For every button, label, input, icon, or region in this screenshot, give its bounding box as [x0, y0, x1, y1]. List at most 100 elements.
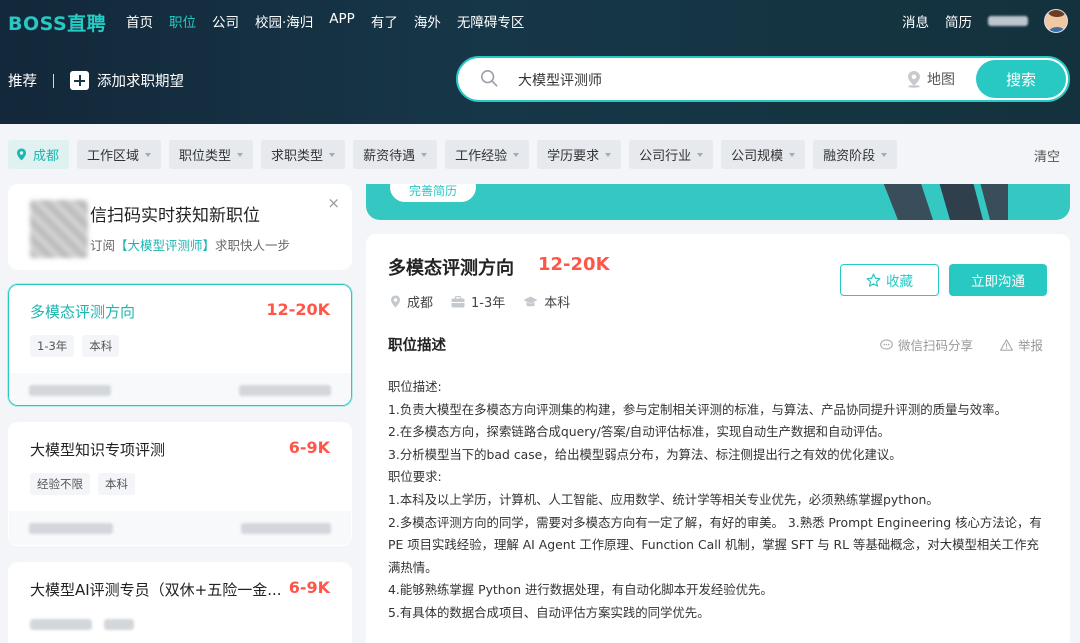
expectation-bar: 推荐 添加求职期望 — [8, 70, 184, 91]
caret-down-icon — [421, 152, 428, 157]
filter-label: 公司规模 — [731, 149, 784, 164]
company-info-blurred — [239, 385, 331, 396]
search-button[interactable]: 搜索 — [976, 60, 1066, 98]
wechat-share-link[interactable]: 微信扫码分享 — [880, 335, 973, 354]
filter-experience[interactable]: 工作经验 — [445, 140, 530, 169]
job-card-2[interactable]: 大模型知识专项评测 6-9K 经验不限 本科 — [8, 422, 352, 546]
filter-industry[interactable]: 公司行业 — [629, 140, 714, 169]
jd-line: 职位要求: — [388, 469, 442, 485]
report-link[interactable]: 举报 — [1000, 335, 1043, 354]
chat-now-button[interactable]: 立即沟通 — [949, 264, 1047, 296]
subscribe-title: 信扫码实时获知新职位 — [90, 206, 260, 226]
job-detail-title: 多模态评测方向 — [388, 258, 514, 279]
job-card-title: 多模态评测方向 — [30, 303, 136, 321]
city-filter-label: 成都 — [33, 149, 60, 164]
filter-label: 职位类型 — [179, 149, 232, 164]
complete-resume-banner: 完善简历 — [366, 184, 1070, 220]
nav-jobs[interactable]: 职位 — [169, 11, 196, 31]
filter-work-area[interactable]: 工作区域 — [77, 140, 162, 169]
main-nav: 首页 职位 公司 校园·海归 APP 有了 海外 无障碍专区 — [126, 11, 524, 31]
company-name-blurred — [29, 523, 113, 534]
add-expectation-label: 添加求职期望 — [97, 74, 184, 90]
qr-code-blurred — [30, 200, 88, 258]
job-card-company[interactable] — [9, 511, 351, 545]
wechat-icon — [880, 338, 893, 350]
company-name-blurred — [29, 385, 111, 396]
close-icon[interactable]: × — [327, 194, 340, 212]
job-description-body: 职位描述: 1.负责大模型在多模态方向评测集的构建，参与定制相关评测的标准，与算… — [388, 376, 1050, 625]
search-input[interactable] — [518, 69, 848, 91]
job-detail-meta: 成都 1-3年 本科 — [390, 292, 570, 311]
job-tag: 经验不限 — [30, 473, 90, 495]
nav-companies[interactable]: 公司 — [212, 11, 239, 31]
recommend-tab[interactable]: 推荐 — [8, 70, 37, 91]
filter-label: 薪资待遇 — [363, 149, 416, 164]
caret-down-icon — [237, 152, 244, 157]
filter-label: 融资阶段 — [823, 149, 876, 164]
job-card-tags: 1-3年 本科 — [30, 335, 120, 357]
nav-youle[interactable]: 有了 — [371, 11, 398, 31]
avatar[interactable] — [1044, 9, 1068, 33]
filter-funding-stage[interactable]: 融资阶段 — [813, 140, 898, 169]
caret-down-icon — [329, 152, 336, 157]
caret-down-icon — [789, 152, 796, 157]
warning-icon — [1000, 338, 1013, 351]
jd-line: 2.在多模态方向，探索链路合成query/答案/自动评估标准，实现自动生产数据和… — [388, 424, 891, 440]
favorite-button[interactable]: 收藏 — [840, 264, 939, 296]
jd-line: 5.有具体的数据合成项目、自动评估方案实践的同学优先。 — [388, 604, 710, 620]
job-card-3[interactable]: 大模型AI评测专员（双休+五险一金... 6-9K — [8, 562, 352, 643]
nav-accessibility[interactable]: 无障碍专区 — [457, 11, 525, 31]
job-detail-education: 本科 — [523, 292, 570, 311]
location-icon — [391, 295, 400, 308]
filter-label: 公司行业 — [639, 149, 692, 164]
nav-campus[interactable]: 校园·海归 — [255, 11, 313, 31]
username-blurred[interactable] — [988, 16, 1028, 26]
job-tags-blurred — [104, 619, 134, 630]
caret-down-icon — [145, 152, 152, 157]
filter-company-size[interactable]: 公司规模 — [721, 140, 806, 169]
city-filter[interactable]: 成都 — [8, 140, 70, 169]
job-card-company[interactable] — [9, 373, 351, 405]
filter-seek-type[interactable]: 求职类型 — [261, 140, 346, 169]
user-area: 消息 简历 — [902, 9, 1068, 33]
job-card-salary: 6-9K — [288, 578, 330, 597]
boss-logo[interactable]: BOSS直聘 — [8, 9, 106, 36]
search-icon — [480, 69, 498, 87]
subscribe-desc: 订阅【大模型评测师】求职快人一步 — [90, 235, 290, 254]
caret-down-icon — [605, 152, 612, 157]
report-label: 举报 — [1018, 338, 1044, 353]
job-tag: 本科 — [98, 473, 135, 495]
filter-label: 工作经验 — [455, 149, 508, 164]
header: BOSS直聘 首页 职位 公司 校园·海归 APP 有了 海外 无障碍专区 消息… — [0, 0, 1080, 124]
favorite-label: 收藏 — [886, 274, 913, 290]
map-button[interactable]: 地图 — [906, 69, 955, 89]
subscribe-card: 信扫码实时获知新职位 订阅【大模型评测师】求职快人一步 × — [8, 184, 352, 270]
job-tags-blurred — [30, 619, 92, 630]
job-experience-label: 1-3年 — [471, 296, 506, 311]
graduation-cap-icon — [523, 296, 538, 306]
nav-app[interactable]: APP — [329, 11, 355, 31]
banner-decoration — [883, 184, 1008, 220]
job-card-salary: 12-20K — [266, 300, 330, 319]
filter-label: 求职类型 — [271, 149, 324, 164]
job-education-label: 本科 — [544, 296, 571, 311]
map-label: 地图 — [927, 72, 955, 88]
filter-job-type[interactable]: 职位类型 — [169, 140, 254, 169]
nav-overseas[interactable]: 海外 — [414, 11, 441, 31]
messages-link[interactable]: 消息 — [902, 11, 929, 31]
briefcase-icon — [451, 295, 465, 307]
resume-link[interactable]: 简历 — [945, 11, 972, 31]
jd-line: 4.能够熟练掌握 Python 进行数据处理，有自动化脚本开发经验优先。 — [388, 582, 773, 598]
subscribe-keyword: 【大模型评测师】 — [115, 238, 216, 253]
job-detail-header: 多模态评测方向 12-20K 成都 1-3年 本科 收藏 立即沟通 — [366, 234, 1070, 332]
add-expectation-button[interactable]: 添加求职期望 — [70, 70, 184, 91]
job-card-salary: 6-9K — [288, 438, 330, 457]
jd-line: 职位描述: — [388, 379, 442, 394]
jd-line: 2.多模态评测方向的同学，需要对多模态方向有一定了解，有好的审美。 3.熟悉 P… — [388, 514, 1042, 575]
clear-filters-link[interactable]: 清空 — [1034, 146, 1060, 165]
filter-salary[interactable]: 薪资待遇 — [353, 140, 438, 169]
filter-education[interactable]: 学历要求 — [537, 140, 622, 169]
job-card-1[interactable]: 多模态评测方向 12-20K 1-3年 本科 — [8, 284, 352, 406]
complete-resume-button[interactable]: 完善简历 — [390, 184, 476, 202]
nav-home[interactable]: 首页 — [126, 11, 153, 31]
